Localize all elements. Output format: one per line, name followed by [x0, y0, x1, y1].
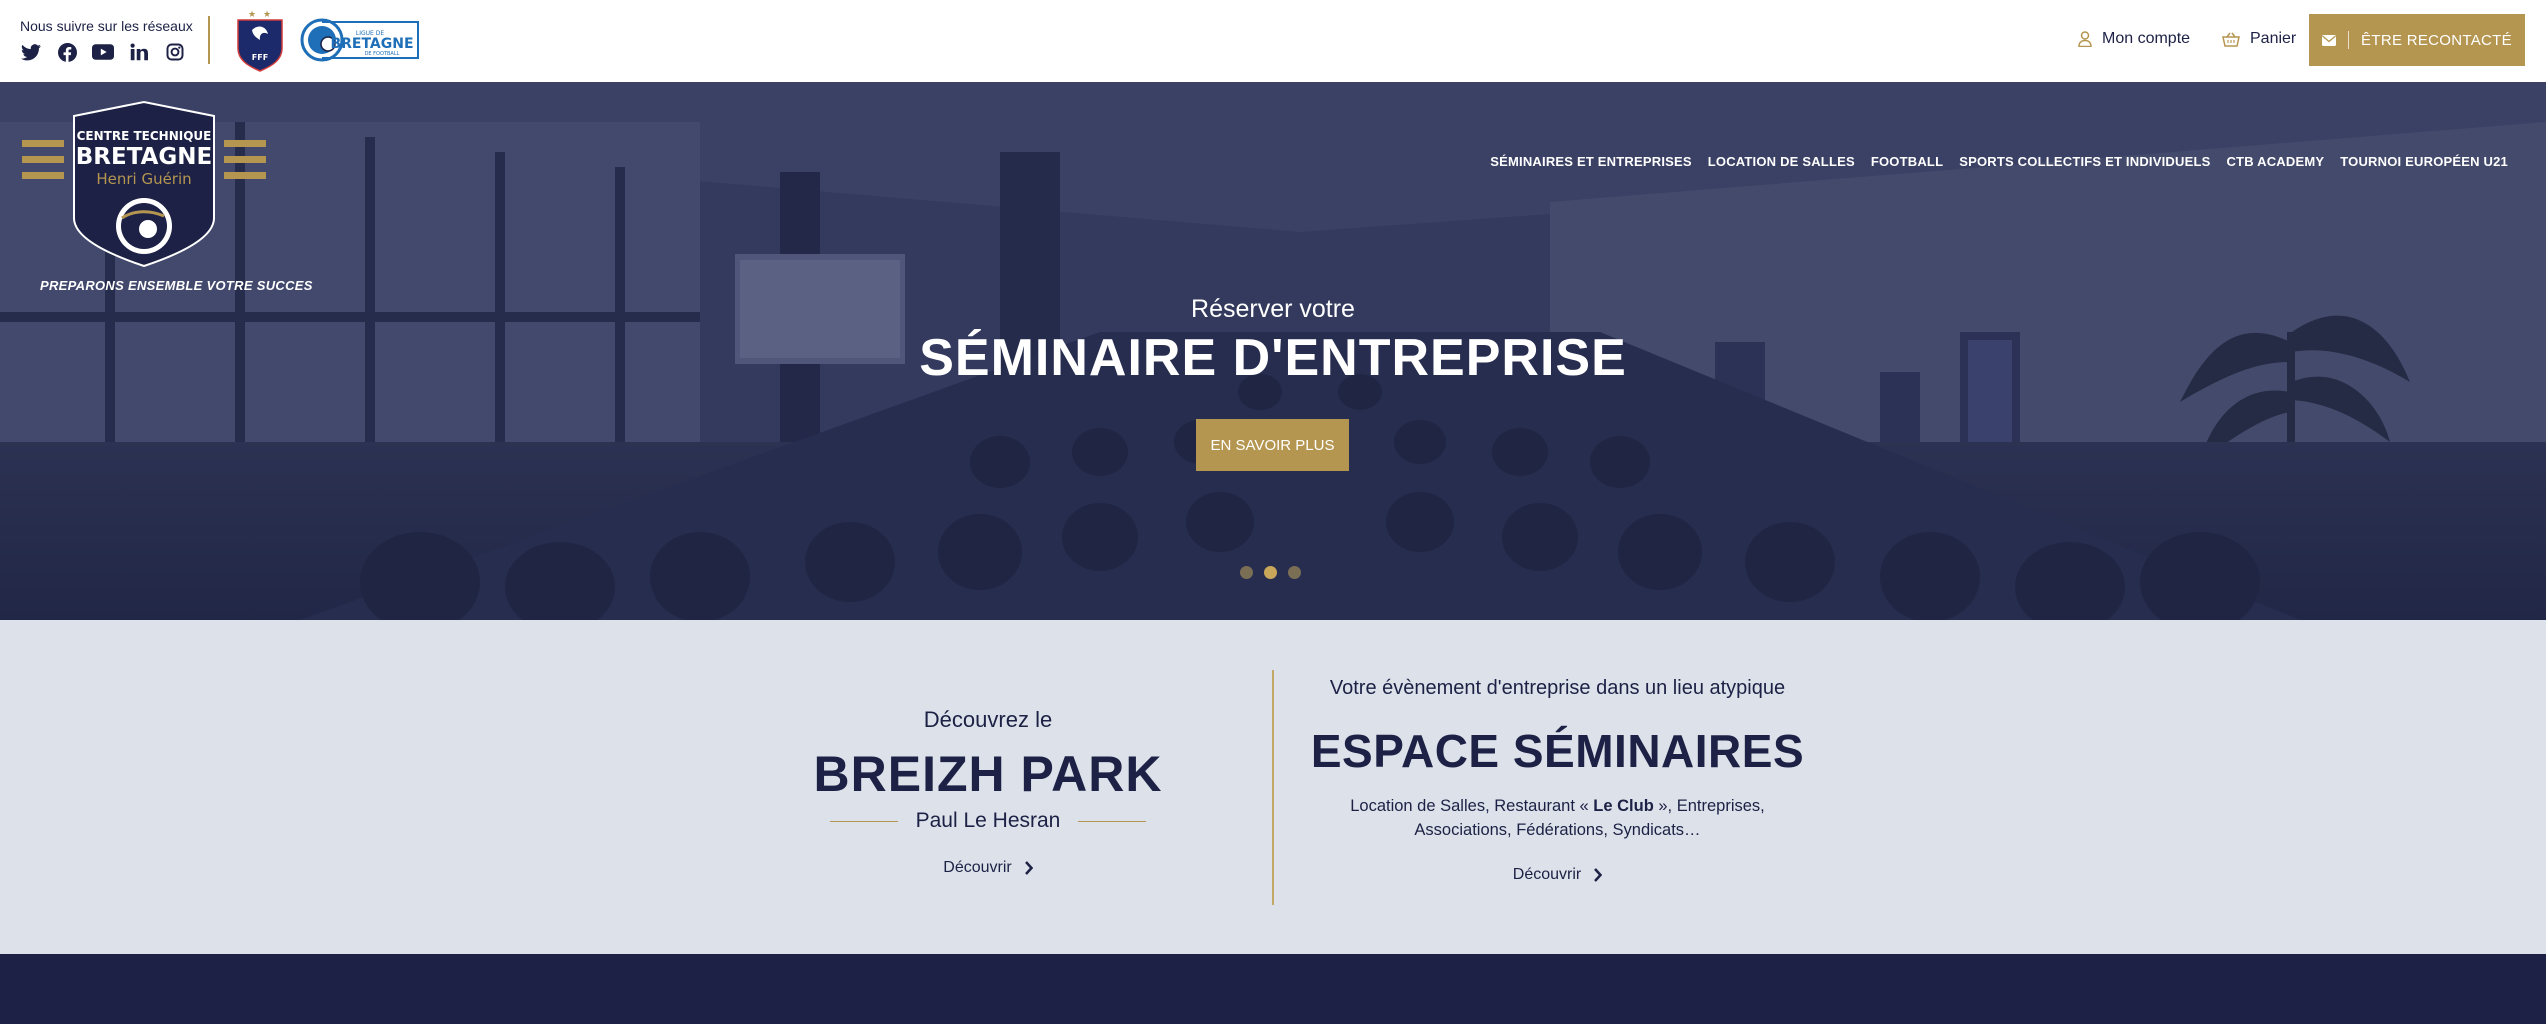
contact-me-label: ÊTRE RECONTACTÉ	[2361, 31, 2512, 49]
hero-title: SÉMINAIRE D'ENTREPRISE	[919, 329, 1627, 387]
envelope-icon	[2322, 34, 2337, 46]
espace-seminaires-title: ESPACE SÉMINAIRES	[1310, 725, 1805, 777]
breizh-park-kicker: Découvrez le	[923, 707, 1053, 732]
logo-line-2: BRETAGNE	[76, 144, 213, 170]
decorative-line	[1078, 820, 1147, 822]
espace-seminaires-discover-link[interactable]: Découvrir	[1512, 866, 1603, 884]
footer-band	[0, 954, 2546, 1024]
nav-item-tournoi-u21[interactable]: TOURNOI EUROPÉEN U21	[2340, 154, 2508, 169]
cart-label: Panier	[2250, 30, 2297, 47]
espace-seminaires-block: Votre évènement d'entreprise dans un lie…	[1300, 620, 1815, 884]
features-section: Découvrez le BREIZH PARK Paul Le Hesran …	[0, 620, 2546, 954]
svg-text:DE FOOTBALL: DE FOOTBALL	[365, 51, 400, 57]
breizh-park-subtitle-row: Paul Le Hesran	[788, 809, 1188, 833]
learn-more-button[interactable]: EN SAVOIR PLUS	[1196, 419, 1349, 471]
nav-item-football[interactable]: FOOTBALL	[1871, 154, 1943, 169]
user-icon	[2078, 31, 2092, 47]
espace-seminaires-kicker: Votre évènement d'entreprise dans un lie…	[1329, 677, 1786, 699]
my-account-label: Mon compte	[2102, 30, 2191, 47]
svg-text:★: ★	[263, 10, 271, 20]
slider-dot[interactable]	[1240, 566, 1253, 579]
contact-me-button[interactable]: ÊTRE RECONTACTÉ	[2309, 14, 2525, 66]
facebook-icon[interactable]	[56, 42, 78, 62]
breizh-park-title: BREIZH PARK	[813, 746, 1163, 802]
top-bar: Nous suivre sur les réseaux ★ ★ FFF LIGU…	[0, 0, 2546, 82]
header-divider	[208, 16, 210, 64]
nav-item-sports[interactable]: SPORTS COLLECTIFS ET INDIVIDUELS	[1959, 154, 2210, 169]
nav-item-ctb-academy[interactable]: CTB ACADEMY	[2226, 154, 2324, 169]
fff-logo[interactable]: ★ ★ FFF	[232, 8, 288, 72]
main-navigation: SÉMINAIRES ET ENTREPRISES LOCATION DE SA…	[1490, 154, 2508, 169]
social-icons	[20, 42, 193, 62]
discover-label: Découvrir	[1512, 866, 1582, 883]
linkedin-icon[interactable]	[128, 42, 150, 62]
discover-label: Découvrir	[943, 859, 1012, 876]
chevron-right-icon	[1024, 861, 1033, 875]
social-label: Nous suivre sur les réseaux	[20, 18, 193, 34]
svg-text:BRETAGNE: BRETAGNE	[330, 36, 413, 52]
youtube-icon[interactable]	[92, 42, 114, 62]
nav-item-location-salles[interactable]: LOCATION DE SALLES	[1708, 154, 1855, 169]
ligue-bretagne-logo[interactable]: LIGUE DE BRETAGNE DE FOOTBALL	[300, 18, 422, 64]
features-divider	[1272, 670, 1274, 905]
breizh-park-subtitle: Paul Le Hesran	[915, 809, 1061, 832]
ctb-logo[interactable]: CENTRE TECHNIQUE BRETAGNE Henri Guérin	[22, 98, 272, 298]
desc-part: Location de Salles, Restaurant «	[1350, 797, 1594, 815]
brand-tagline: PREPARONS ENSEMBLE VOTRE SUCCES	[40, 278, 313, 293]
instagram-icon[interactable]	[164, 42, 186, 62]
nav-item-seminaires[interactable]: SÉMINAIRES ET ENTREPRISES	[1490, 154, 1691, 169]
hero-slider: CENTRE TECHNIQUE BRETAGNE Henri Guérin P…	[0, 82, 2546, 620]
social-block: Nous suivre sur les réseaux	[20, 18, 193, 62]
button-separator	[2348, 31, 2350, 49]
basket-icon	[2222, 32, 2240, 47]
logo-line-3: Henri Guérin	[96, 170, 191, 188]
my-account-link[interactable]: Mon compte	[2078, 30, 2190, 48]
logo-line-1: CENTRE TECHNIQUE	[77, 129, 212, 143]
hero-kicker: Réserver votre	[1191, 295, 1355, 323]
desc-bold: Le Club	[1593, 797, 1654, 815]
breizh-park-block: Découvrez le BREIZH PARK Paul Le Hesran …	[788, 620, 1188, 877]
twitter-icon[interactable]	[20, 42, 42, 62]
decorative-line	[829, 820, 898, 822]
svg-text:★: ★	[248, 10, 256, 20]
cart-link[interactable]: Panier	[2222, 30, 2296, 48]
espace-seminaires-description: Location de Salles, Restaurant « Le Club…	[1300, 794, 1815, 842]
svg-text:FFF: FFF	[252, 53, 268, 62]
breizh-park-discover-link[interactable]: Découvrir	[943, 859, 1033, 877]
slider-dot-active[interactable]	[1264, 566, 1277, 579]
slider-dot[interactable]	[1288, 566, 1301, 579]
slider-dots	[1240, 566, 1301, 579]
chevron-right-icon	[1594, 868, 1603, 882]
